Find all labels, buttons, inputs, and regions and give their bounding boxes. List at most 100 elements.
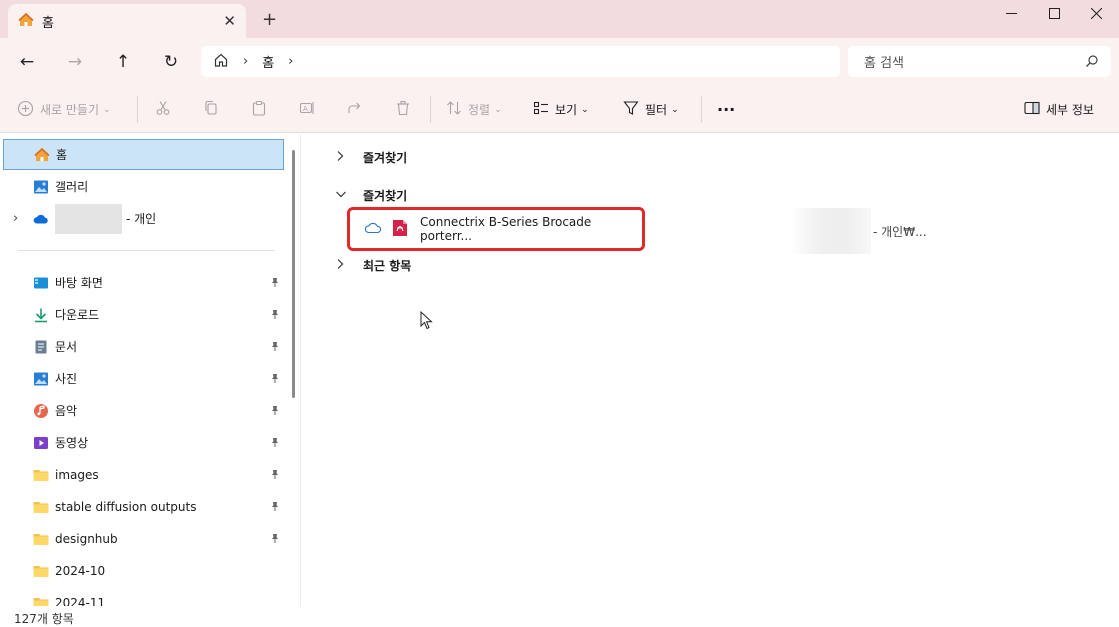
sidebar-item-label: 갤러리 (55, 180, 89, 194)
tab-title: 홈 (42, 15, 54, 31)
group-header-recent[interactable]: 최근 항목 (335, 255, 411, 275)
cloud-icon (364, 221, 382, 237)
home-icon (34, 147, 50, 163)
paste-button[interactable] (251, 86, 267, 133)
gallery-icon (33, 179, 49, 195)
file-location-suffix: - 개인₩... (873, 225, 927, 239)
sidebar-item-2024-11[interactable]: 2024-11 (3, 587, 284, 606)
pin-icon[interactable] (270, 500, 280, 514)
filter-button[interactable]: 필터 ⌄ (623, 86, 679, 133)
sidebar-item-onedrive[interactable]: › - 개인 (3, 203, 284, 234)
pdf-file-icon (392, 219, 408, 240)
details-label: 세부 정보 (1046, 103, 1094, 117)
sidebar-item-desktop[interactable]: 바탕 화면 (3, 267, 284, 298)
redacted-account-name (55, 203, 122, 234)
view-label: 보기 (555, 103, 578, 117)
breadcrumb-separator-end[interactable]: › (288, 54, 293, 69)
cut-button[interactable] (155, 86, 171, 133)
pin-icon[interactable] (270, 372, 280, 386)
chevron-right-icon[interactable]: › (13, 211, 33, 226)
breadcrumb-home[interactable]: 홈 (262, 52, 274, 71)
group-label: 즐겨찾기 (363, 188, 408, 203)
sidebar-item-gallery[interactable]: 갤러리 (3, 171, 284, 202)
address-bar[interactable]: › 홈 › (201, 46, 840, 77)
sidebar-item-music[interactable]: 음악 (3, 395, 284, 426)
sidebar-item-label: images (55, 467, 99, 482)
clipboard-icon (251, 100, 267, 119)
new-tab-button[interactable]: + (262, 9, 277, 30)
view-button[interactable]: 보기 ⌄ (533, 86, 589, 133)
sidebar-item-label: 홈 (56, 148, 68, 162)
pictures-icon (33, 371, 49, 387)
search-icon (1085, 54, 1099, 72)
folder-icon (33, 499, 49, 515)
back-button[interactable]: ← (15, 51, 39, 73)
arrow-left-icon: ← (19, 52, 35, 72)
minimize-button[interactable] (988, 0, 1034, 26)
trash-icon (395, 100, 411, 119)
chevron-down-icon (335, 188, 349, 202)
sidebar-item-documents[interactable]: 문서 (3, 331, 284, 362)
group-header-favorites-collapsed[interactable]: 즐겨찾기 (335, 147, 407, 167)
file-name: Connectrix B-Series Brocade porterr... (420, 215, 592, 243)
share-icon (347, 100, 363, 119)
view-list-icon (533, 100, 549, 119)
details-pane-icon (1024, 100, 1040, 119)
sidebar-divider (18, 250, 275, 251)
sidebar-item-downloads[interactable]: 다운로드 (3, 299, 284, 330)
new-button-label: 새로 만들기 (40, 103, 100, 117)
home-icon (18, 12, 34, 31)
pin-icon[interactable] (270, 340, 280, 354)
copy-button[interactable] (203, 86, 219, 133)
group-header-favorites[interactable]: 즐겨찾기 (335, 185, 407, 205)
plus-circle-icon (17, 100, 34, 120)
pin-icon[interactable] (270, 404, 280, 418)
onedrive-cloud-icon (33, 211, 49, 227)
file-row-connectrix[interactable]: Connectrix B-Series Brocade porterr... (347, 207, 645, 251)
more-options-button[interactable]: ··· (717, 86, 735, 133)
refresh-button[interactable]: ↻ (159, 51, 183, 73)
share-button[interactable] (347, 86, 363, 133)
command-bar: 새로 만들기 ⌄ A 정렬 ⌄ 보기 ⌄ 필터 ⌄ ··· 세부 정보 (0, 86, 1119, 133)
details-pane-button[interactable]: 세부 정보 (1024, 86, 1094, 133)
mouse-cursor-icon (420, 310, 434, 334)
sidebar-item-2024-10[interactable]: 2024-10 (3, 555, 284, 586)
sidebar-item-images[interactable]: images (3, 459, 284, 490)
svg-text:A: A (303, 105, 308, 113)
download-icon (33, 307, 49, 323)
sidebar-item-pictures[interactable]: 사진 (3, 363, 284, 394)
folder-icon (33, 595, 49, 606)
search-input[interactable]: 홈 검색 (848, 46, 1111, 77)
sidebar-item-label: 사진 (55, 372, 78, 386)
sidebar-item-home[interactable]: 홈 (3, 139, 284, 170)
pin-icon[interactable] (270, 532, 280, 546)
desktop-icon (33, 275, 49, 291)
close-tab-icon[interactable]: ✕ (223, 12, 236, 30)
pin-icon[interactable] (270, 276, 280, 290)
pin-icon[interactable] (270, 436, 280, 450)
rename-button[interactable]: A (299, 86, 315, 133)
up-button[interactable]: ↑ (111, 51, 135, 73)
forward-button[interactable]: → (63, 51, 87, 73)
toolbar-divider (137, 96, 138, 123)
chevron-right-icon (335, 258, 349, 273)
tab-home[interactable]: 홈 ✕ (8, 4, 246, 38)
sidebar-item-videos[interactable]: 동영상 (3, 427, 284, 458)
chevron-right-icon (335, 150, 349, 165)
sidebar-scrollbar[interactable] (292, 150, 295, 398)
sidebar-item-designhub[interactable]: designhub (3, 523, 284, 554)
sidebar-item-stable-diffusion-outputs[interactable]: stable diffusion outputs (3, 491, 284, 522)
arrow-right-icon: → (67, 52, 83, 72)
pin-icon[interactable] (270, 308, 280, 322)
home-outline-icon[interactable] (213, 52, 229, 71)
status-bar: 127개 항목 (0, 606, 1119, 627)
sort-button[interactable]: 정렬 ⌄ (446, 86, 502, 133)
breadcrumb-separator[interactable]: › (243, 54, 248, 69)
pin-icon[interactable] (270, 468, 280, 482)
delete-button[interactable] (395, 86, 411, 133)
maximize-button[interactable] (1031, 0, 1077, 26)
filter-icon (623, 100, 639, 119)
new-button[interactable]: 새로 만들기 ⌄ (17, 86, 111, 133)
close-window-button[interactable] (1073, 0, 1119, 26)
refresh-icon: ↻ (163, 52, 179, 72)
